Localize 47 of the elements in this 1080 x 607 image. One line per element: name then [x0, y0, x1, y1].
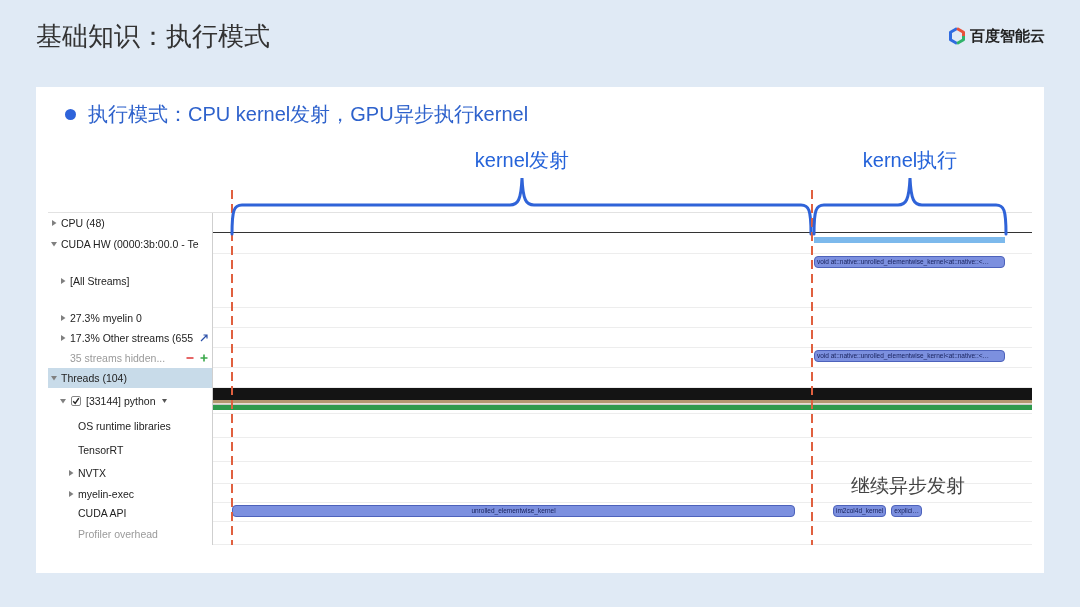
- tree-row[interactable]: myelin-exec: [48, 484, 213, 503]
- tree-row[interactable]: CUDA API: [48, 503, 213, 522]
- disclosure-triangle-icon[interactable]: [60, 335, 66, 341]
- hexagon-logo-icon: [948, 27, 966, 45]
- tree-label: Profiler overhead: [78, 527, 158, 540]
- tree-label: OS runtime libraries: [78, 420, 171, 432]
- tree-label: 35 streams hidden...: [70, 352, 166, 364]
- disclosure-triangle-icon[interactable]: [51, 220, 57, 226]
- tree-label: Threads (104): [61, 372, 127, 384]
- tree-label: CUDA HW (0000:3b:00.0 - Te: [61, 237, 199, 250]
- minus-icon[interactable]: [186, 354, 194, 362]
- checkbox[interactable]: [71, 396, 81, 406]
- disclosure-triangle-icon[interactable]: [68, 470, 74, 476]
- tree-row[interactable]: CUDA HW (0000:3b:00.0 - Te: [48, 233, 213, 254]
- annotation-label: kernel发射: [474, 148, 570, 172]
- annotation-note: 继续异步发射: [851, 474, 965, 497]
- disclosure-triangle-icon[interactable]: [60, 398, 66, 404]
- tree-row[interactable]: 27.3% myelin 0: [48, 308, 213, 328]
- disclosure-triangle-icon[interactable]: [60, 315, 66, 321]
- tree-label: NVTX: [78, 467, 106, 479]
- disclosure-triangle-icon[interactable]: [60, 278, 66, 284]
- caret-icon[interactable]: [162, 399, 168, 403]
- tree-label: 17.3% Other streams (655: [70, 332, 194, 344]
- tree-row[interactable]: Threads (104): [48, 368, 213, 388]
- tree-label: CPU (48): [61, 217, 105, 229]
- tree-row[interactable]: 17.3% Other streams (655: [48, 328, 213, 348]
- tree-label: [33144] python: [86, 395, 156, 407]
- tree-row[interactable]: NVTX: [48, 462, 213, 484]
- tree-label: CUDA API: [78, 506, 127, 519]
- diagonal-arrow-icon[interactable]: [200, 334, 208, 342]
- disclosure-triangle-icon[interactable]: [51, 375, 57, 381]
- tree-row[interactable]: OS runtime libraries: [48, 414, 213, 438]
- tree-label: [All Streams]: [70, 275, 130, 287]
- annotation-label: kernel执行: [862, 148, 958, 172]
- plus-icon[interactable]: [200, 354, 208, 362]
- disclosure-triangle-icon[interactable]: [51, 240, 57, 247]
- tree-label: myelin-exec: [78, 487, 135, 500]
- tree-row[interactable]: TensorRT: [48, 438, 213, 462]
- slide-title: 基础知识：执行模式: [36, 19, 270, 53]
- tree-row[interactable]: [All Streams]: [48, 254, 213, 308]
- bullet-text: 执行模式：CPU kernel发射，GPU异步执行kernel: [88, 101, 529, 127]
- disclosure-triangle-icon[interactable]: [68, 490, 74, 497]
- tree-row[interactable]: CPU (48): [48, 213, 213, 233]
- logo-text: 百度智能云: [970, 26, 1045, 46]
- tree-label: TensorRT: [78, 444, 124, 456]
- bullet-dot-icon: [65, 108, 76, 120]
- tree-label: 27.3% myelin 0: [70, 312, 142, 324]
